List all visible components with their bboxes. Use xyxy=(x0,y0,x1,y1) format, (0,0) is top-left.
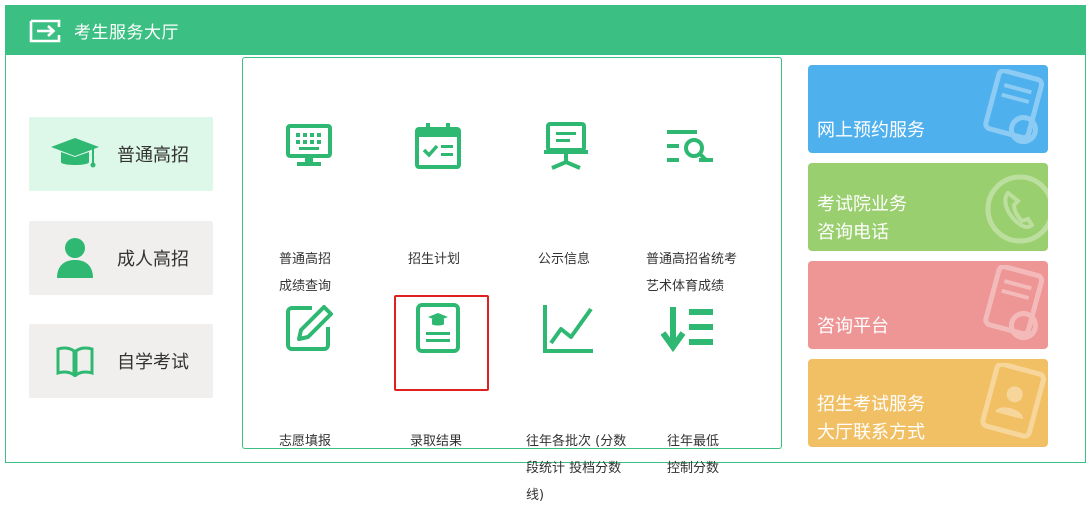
service-label-line: 段统计 投档分数 xyxy=(526,461,622,476)
tile-hall-contact[interactable]: 招生考试服务 大厅联系方式 xyxy=(808,359,1048,447)
menu-item-gaozhao[interactable]: 普通高招 xyxy=(29,117,213,191)
calendar-check-icon xyxy=(408,118,468,174)
menu-item-zixue[interactable]: 自学考试 xyxy=(29,324,213,398)
exit-arrow-icon xyxy=(28,18,62,44)
sort-descending-icon xyxy=(659,300,719,356)
menu-label: 成人高招 xyxy=(117,249,189,270)
tile-business-hotline[interactable]: 考试院业务 咨询电话 xyxy=(808,163,1048,251)
service-label-line: 志愿填报 xyxy=(279,434,332,449)
tile-label: 网上预约服务 xyxy=(817,120,925,141)
graduation-cap-icon xyxy=(45,135,105,173)
document-search-icon xyxy=(976,68,1048,153)
tile-label: 考试院业务 咨询电话 xyxy=(817,194,907,243)
service-label-line: 招生计划 xyxy=(408,252,461,267)
open-book-icon xyxy=(45,345,105,377)
service-label-line: 艺术体育成绩 xyxy=(646,279,725,294)
service-label-line: 成绩查询 xyxy=(279,279,332,294)
person-icon xyxy=(45,237,105,279)
monitor-grid-icon xyxy=(279,118,339,174)
edit-square-icon xyxy=(279,300,339,356)
menu-item-chengren[interactable]: 成人高招 xyxy=(29,221,213,295)
contact-card-icon xyxy=(976,361,1048,447)
service-label-line: 线) xyxy=(526,488,545,503)
tile-online-appointment[interactable]: 网上预约服务 xyxy=(808,65,1048,153)
header-bar: 考生服务大厅 xyxy=(6,6,1085,55)
document-search-icon xyxy=(976,264,1048,349)
list-search-icon xyxy=(660,118,720,174)
line-chart-icon xyxy=(538,300,598,356)
service-label-line: 控制分数 xyxy=(667,461,720,476)
tile-label: 招生考试服务 大厅联系方式 xyxy=(817,394,925,443)
phone-icon xyxy=(976,167,1048,251)
tile-label: 咨询平台 xyxy=(817,316,889,337)
page-title: 考生服务大厅 xyxy=(74,23,179,43)
service-label-line: 往年最低 xyxy=(667,434,720,449)
service-label-line: 录取结果 xyxy=(410,434,463,449)
tile-consult-platform[interactable]: 咨询平台 xyxy=(808,261,1048,349)
presentation-board-icon xyxy=(536,118,596,174)
menu-label: 自学考试 xyxy=(117,352,189,373)
service-label-line: 往年各批次 (分数 xyxy=(526,434,627,449)
menu-label: 普通高招 xyxy=(117,145,189,166)
service-label-line: 普通高招 xyxy=(279,252,332,267)
services-panel: 普通高招 成绩查询 招生计划 公示信息 普通高招省统考 艺术体育成绩 志愿填报 … xyxy=(242,57,782,503)
service-label-line: 普通高招省统考 xyxy=(646,252,738,267)
highlight-box xyxy=(394,295,489,391)
